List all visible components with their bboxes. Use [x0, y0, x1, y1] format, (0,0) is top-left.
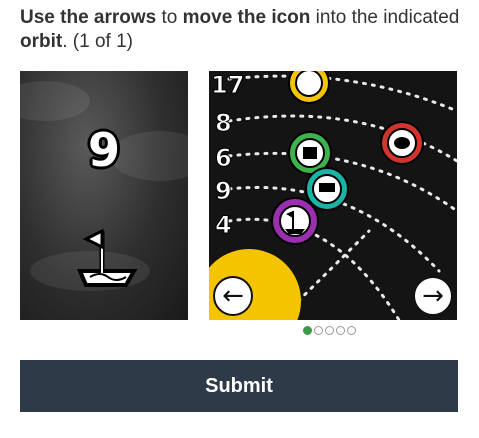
target-orbit-number: 9	[87, 123, 120, 177]
pager-dot[interactable]	[347, 326, 356, 335]
instruction-bold-arrows: Use the arrows	[20, 7, 157, 28]
brain-icon	[380, 121, 424, 165]
orbit-number: 8	[215, 109, 232, 137]
instruction-text-into: into the indicated	[310, 7, 460, 28]
background-texture	[20, 81, 90, 121]
orbit-number: 17	[211, 71, 244, 99]
flag-on-map-icon[interactable]	[271, 197, 319, 245]
pager-dot[interactable]	[336, 326, 345, 335]
flag-on-map-icon	[72, 221, 142, 296]
instruction-text-count: . (1 of 1)	[62, 31, 133, 52]
bag-icon	[288, 71, 330, 104]
target-panel: 9	[20, 71, 188, 320]
orbit-path	[227, 74, 457, 113]
pager-dots	[303, 326, 356, 335]
cart-icon	[305, 167, 349, 211]
next-arrow-button[interactable]: →	[413, 276, 453, 316]
previous-arrow-button[interactable]: ←	[213, 276, 253, 316]
orbit-number: 9	[215, 177, 232, 205]
instruction-text-to: to	[156, 7, 183, 28]
pager-dot-active[interactable]	[303, 326, 312, 335]
orbit-number: 4	[215, 211, 232, 239]
submit-button[interactable]: Submit	[20, 360, 458, 412]
instruction-text: Use the arrows to move the icon into the…	[20, 6, 460, 54]
instruction-bold-move: move the icon	[182, 7, 311, 28]
orbit-number: 6	[215, 144, 232, 172]
pager-dot[interactable]	[314, 326, 323, 335]
pager-dot[interactable]	[325, 326, 334, 335]
instruction-bold-orbit: orbit	[20, 31, 63, 52]
